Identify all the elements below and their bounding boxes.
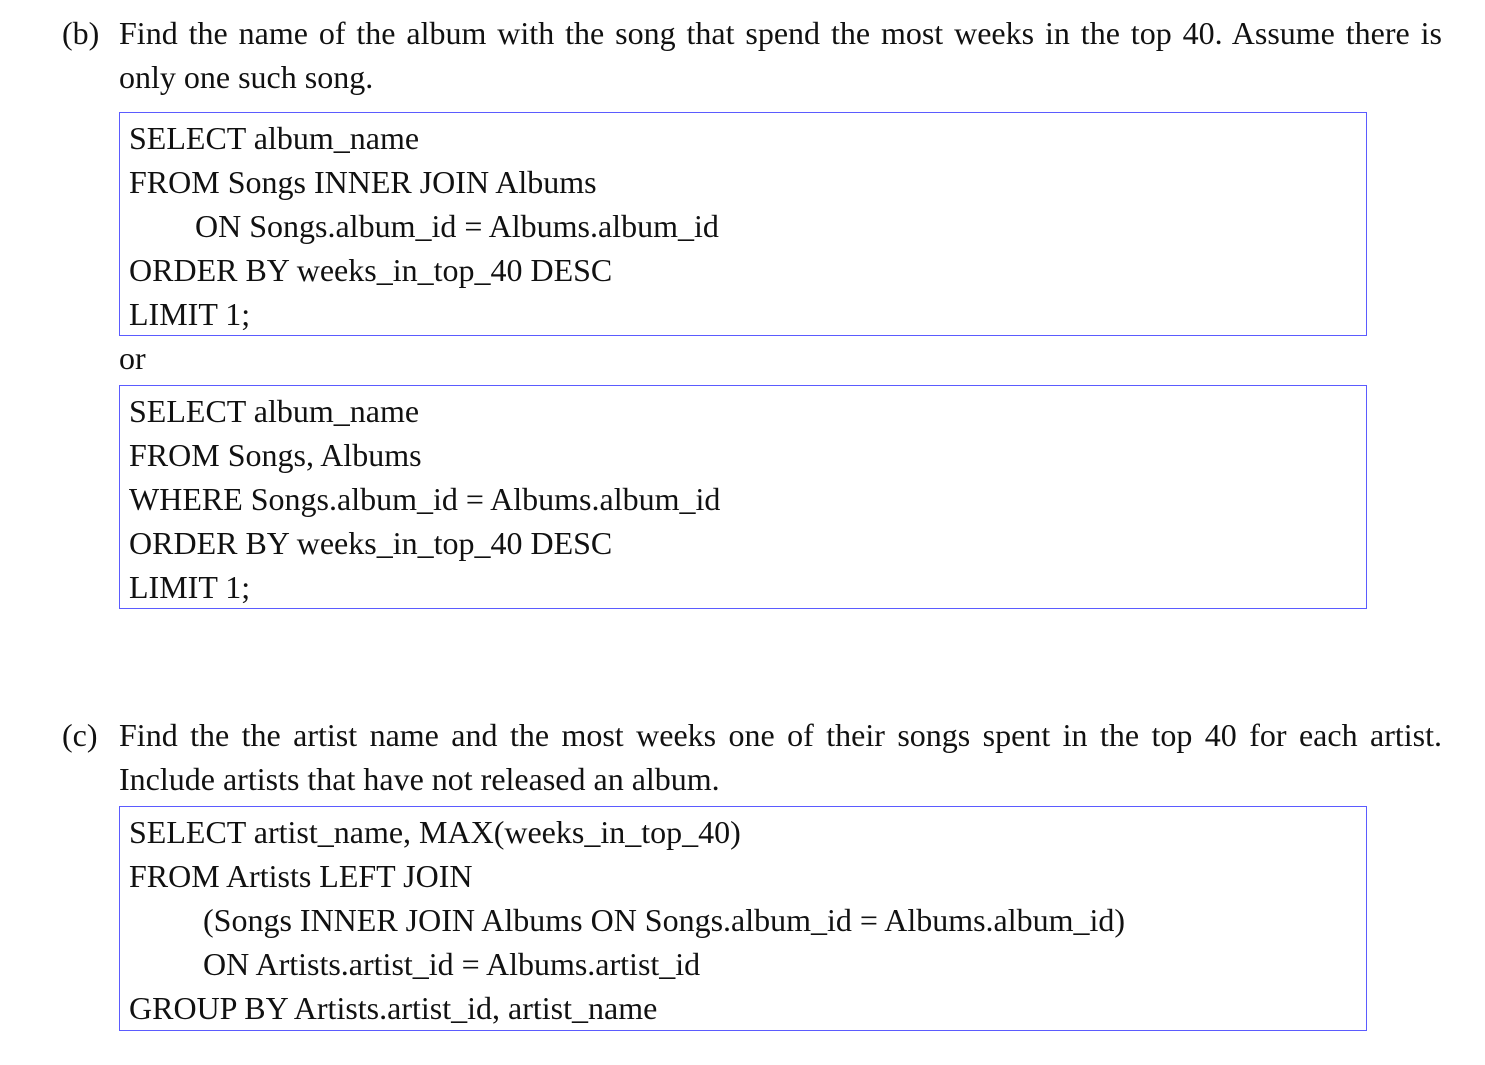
question-b-label: (b): [62, 15, 100, 51]
answer-b-option-1-box: SELECT album_name FROM Songs INNER JOIN …: [119, 112, 1367, 336]
sql-line: SELECT album_name: [129, 393, 420, 429]
or-separator: or: [119, 340, 146, 376]
sql-line: ORDER BY weeks_in_top_40 DESC: [129, 252, 613, 288]
question-b-text: Find the name of the album with the song…: [119, 15, 1442, 95]
sql-line: WHERE Songs.album_id = Albums.album_id: [129, 481, 721, 517]
sql-line: SELECT artist_name, MAX(weeks_in_top_40): [129, 814, 741, 850]
sql-line: SELECT album_name: [129, 120, 420, 156]
question-c-label: (c): [62, 717, 98, 753]
question-b: (b) Find the name of the album with the …: [62, 11, 1442, 99]
sql-line: GROUP BY Artists.artist_id, artist_name: [129, 990, 658, 1026]
sql-line: (Songs INNER JOIN Albums ON Songs.album_…: [203, 902, 1126, 938]
question-c-text: Find the the artist name and the most we…: [119, 717, 1442, 797]
sql-line: ON Songs.album_id = Albums.album_id: [195, 208, 719, 244]
question-c: (c) Find the the artist name and the mos…: [62, 713, 1442, 801]
sql-line: LIMIT 1;: [129, 569, 251, 605]
sql-line: LIMIT 1;: [129, 296, 251, 332]
sql-line: FROM Artists LEFT JOIN: [129, 858, 473, 894]
answer-b-option-2-box: SELECT album_name FROM Songs, Albums WHE…: [119, 385, 1367, 609]
answer-c-box: SELECT artist_name, MAX(weeks_in_top_40)…: [119, 806, 1367, 1031]
sql-line: ON Artists.artist_id = Albums.artist_id: [203, 946, 701, 982]
sql-line: FROM Songs, Albums: [129, 437, 422, 473]
sql-line: FROM Songs INNER JOIN Albums: [129, 164, 597, 200]
sql-line: ORDER BY weeks_in_top_40 DESC: [129, 525, 613, 561]
